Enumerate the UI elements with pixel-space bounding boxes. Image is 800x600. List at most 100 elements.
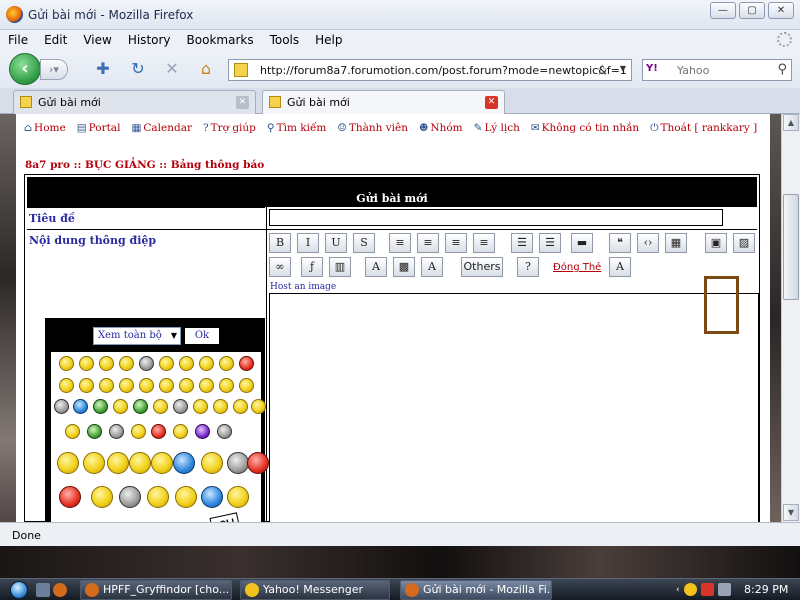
underline-button[interactable]: U	[325, 233, 347, 253]
nav-link-7[interactable]: ✎ Lý lịch	[474, 122, 520, 140]
smiley-28[interactable]	[213, 399, 228, 414]
bullet-list-button[interactable]: ☰	[511, 233, 533, 253]
tab-2[interactable]: Gửi bài mới ✕	[262, 90, 505, 114]
smiley-37[interactable]	[195, 424, 210, 439]
menu-bookmarks[interactable]: Bookmarks	[187, 33, 254, 47]
close-button[interactable]: ✕	[768, 2, 794, 19]
smiley-49[interactable]	[91, 486, 113, 508]
italic-button[interactable]: I	[297, 233, 319, 253]
menu-file[interactable]: File	[8, 33, 28, 47]
message-textarea[interactable]	[269, 293, 759, 522]
smiley-15[interactable]	[159, 378, 174, 393]
align-center-button[interactable]: ≡	[417, 233, 439, 253]
menu-edit[interactable]: Edit	[44, 33, 67, 47]
spellcheck-button[interactable]: ?	[517, 257, 539, 277]
smiley-51[interactable]	[147, 486, 169, 508]
video-button[interactable]: ▥	[329, 257, 351, 277]
lol-sign-smiley[interactable]: LOL!	[209, 512, 241, 522]
scroll-thumb[interactable]	[783, 194, 799, 300]
smiley-2[interactable]	[99, 356, 114, 371]
smiley-0[interactable]	[59, 356, 74, 371]
reload-icon[interactable]: ↻	[128, 60, 148, 78]
taskbar-button-firefox[interactable]: Gửi bài mới - Mozilla Fi...	[400, 580, 552, 600]
nav-link-0[interactable]: ⌂ Home	[24, 122, 66, 140]
smiley-18[interactable]	[219, 378, 234, 393]
menu-view[interactable]: View	[83, 33, 111, 47]
smiley-52[interactable]	[175, 486, 197, 508]
nav-link-5[interactable]: ☺ Thành viên	[337, 122, 408, 140]
nav-link-3[interactable]: ? Trợ giúp	[203, 122, 256, 140]
smiley-40[interactable]	[83, 452, 105, 474]
menu-help[interactable]: Help	[315, 33, 342, 47]
table-button[interactable]: ▦	[665, 233, 687, 253]
scroll-up-button[interactable]: ▲	[783, 114, 799, 131]
smiley-35[interactable]	[151, 424, 166, 439]
search-bar[interactable]: Y! ⚲	[642, 59, 792, 81]
bookmark-star-icon[interactable]: ☆	[596, 61, 609, 79]
nav-link-1[interactable]: ▤ Portal	[77, 122, 121, 140]
smiley-36[interactable]	[173, 424, 188, 439]
strikethrough-button[interactable]: S	[353, 233, 375, 253]
smiley-12[interactable]	[99, 378, 114, 393]
smiley-50[interactable]	[119, 486, 141, 508]
justify-button[interactable]: ≡	[473, 233, 495, 253]
others-button[interactable]: Others	[461, 257, 503, 277]
nav-link-4[interactable]: ⚲ Tìm kiếm	[267, 122, 327, 140]
search-icon[interactable]: ⚲	[777, 62, 787, 77]
smiley-6[interactable]	[179, 356, 194, 371]
align-left-button[interactable]: ≡	[389, 233, 411, 253]
smiley-53[interactable]	[201, 486, 223, 508]
smiley-54[interactable]	[227, 486, 249, 508]
smiley-42[interactable]	[129, 452, 151, 474]
smilies-ok-button[interactable]: Ok	[184, 327, 220, 345]
smiley-5[interactable]	[159, 356, 174, 371]
smiley-24[interactable]	[133, 399, 148, 414]
smiley-11[interactable]	[79, 378, 94, 393]
smiley-41[interactable]	[107, 452, 129, 474]
smiley-30[interactable]	[251, 399, 266, 414]
smiley-48[interactable]	[59, 486, 81, 508]
bold-button[interactable]: B	[269, 233, 291, 253]
smiley-16[interactable]	[179, 378, 194, 393]
url-dropdown-icon[interactable]: ▼	[620, 64, 626, 73]
color-picker-button[interactable]: ▩	[393, 257, 415, 277]
smiley-45[interactable]	[201, 452, 223, 474]
subject-input[interactable]	[269, 209, 723, 226]
code-button[interactable]: ‹›	[637, 233, 659, 253]
smiley-34[interactable]	[131, 424, 146, 439]
smiley-23[interactable]	[113, 399, 128, 414]
smiley-10[interactable]	[59, 378, 74, 393]
smiley-21[interactable]	[73, 399, 88, 414]
antivirus-tray-icon[interactable]	[700, 583, 714, 596]
smiley-22[interactable]	[93, 399, 108, 414]
taskbar-button-hpff[interactable]: HPFF_Gryffindor [cho...	[80, 580, 232, 600]
nav-link-9[interactable]: ⏻ Thoát [ rankkary ]	[650, 122, 757, 140]
align-right-button[interactable]: ≡	[445, 233, 467, 253]
smiley-29[interactable]	[233, 399, 248, 414]
smiley-43[interactable]	[151, 452, 173, 474]
flash-button[interactable]: ƒ	[301, 257, 323, 277]
menu-tools[interactable]: Tools	[270, 33, 300, 47]
numbered-list-button[interactable]: ☰	[539, 233, 561, 253]
smiley-19[interactable]	[239, 378, 254, 393]
insert-image-button[interactable]: ▨	[733, 233, 755, 253]
smiley-27[interactable]	[193, 399, 208, 414]
smiley-17[interactable]	[199, 378, 214, 393]
scroll-down-button[interactable]: ▼	[783, 504, 799, 521]
firefox-quicklaunch-icon[interactable]	[53, 583, 67, 597]
smiley-20[interactable]	[54, 399, 69, 414]
smiley-26[interactable]	[173, 399, 188, 414]
back-button[interactable]: ‹	[9, 53, 41, 85]
host-image-link[interactable]: Host an image	[270, 282, 336, 292]
smiley-31[interactable]	[65, 424, 80, 439]
nav-link-2[interactable]: ▦ Calendar	[131, 122, 192, 140]
home-icon[interactable]: ⌂	[196, 60, 216, 78]
menu-history[interactable]: History	[128, 33, 171, 47]
smiley-32[interactable]	[87, 424, 102, 439]
smilies-select[interactable]: Xem toàn bộ ▼	[93, 327, 181, 345]
tab-close-icon[interactable]: ✕	[236, 96, 249, 109]
maximize-button[interactable]: ▢	[739, 2, 765, 19]
font-color-button[interactable]: A	[365, 257, 387, 277]
page-scrollbar[interactable]: ▲ ▼	[781, 114, 800, 522]
link-button[interactable]: ∞	[269, 257, 291, 277]
